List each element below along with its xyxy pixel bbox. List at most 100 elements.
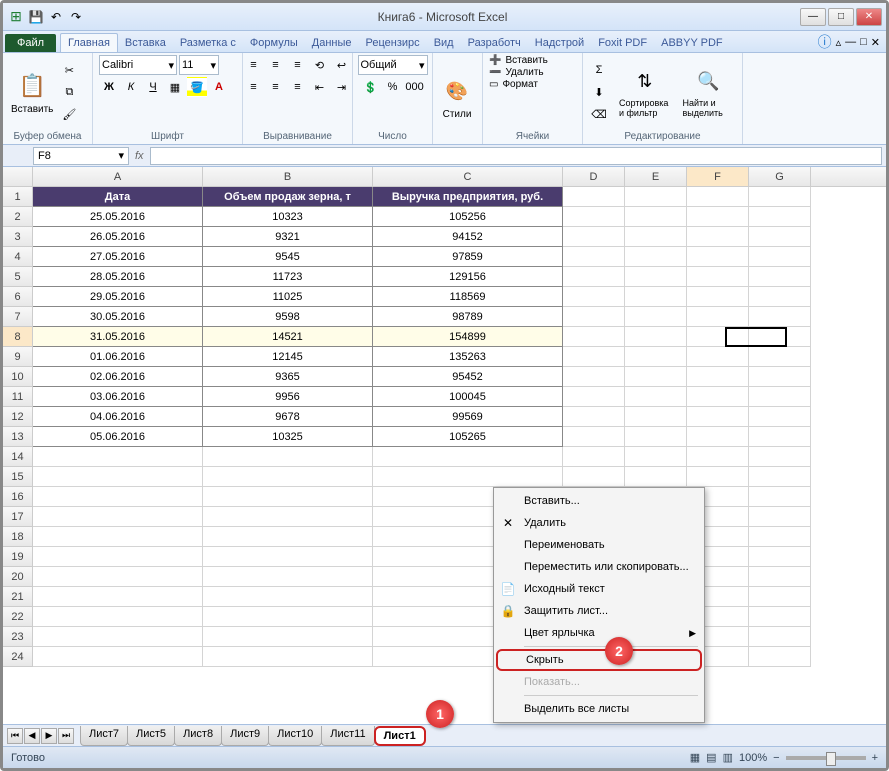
- cell[interactable]: [203, 527, 373, 547]
- cell[interactable]: [563, 387, 625, 407]
- cell[interactable]: [749, 567, 811, 587]
- cell[interactable]: [563, 267, 625, 287]
- row-header[interactable]: 6: [3, 287, 33, 307]
- cell[interactable]: [687, 307, 749, 327]
- cell[interactable]: [687, 267, 749, 287]
- cell[interactable]: 05.06.2016: [33, 427, 203, 447]
- row-header[interactable]: 23: [3, 627, 33, 647]
- cell[interactable]: [687, 447, 749, 467]
- col-header-A[interactable]: A: [33, 167, 203, 186]
- styles-button[interactable]: 🎨 Стили: [439, 73, 475, 122]
- cell[interactable]: [687, 467, 749, 487]
- cell[interactable]: 118569: [373, 287, 563, 307]
- fill-color-button[interactable]: 🪣: [187, 77, 207, 97]
- cell[interactable]: 10325: [203, 427, 373, 447]
- currency-icon[interactable]: 💲: [361, 77, 381, 97]
- align-center-icon[interactable]: ≡: [266, 77, 286, 97]
- cell[interactable]: [33, 507, 203, 527]
- row-header[interactable]: 14: [3, 447, 33, 467]
- context-menu-item[interactable]: Вставить...: [496, 490, 702, 512]
- format-painter-icon[interactable]: 🖌: [59, 104, 79, 124]
- cell[interactable]: [203, 467, 373, 487]
- row-header[interactable]: 9: [3, 347, 33, 367]
- cell[interactable]: Объем продаж зерна, т: [203, 187, 373, 207]
- tab-ABBYY PDF[interactable]: ABBYY PDF: [654, 34, 730, 52]
- row-header[interactable]: 4: [3, 247, 33, 267]
- cell[interactable]: [625, 307, 687, 327]
- cell[interactable]: [625, 447, 687, 467]
- cell[interactable]: 10323: [203, 207, 373, 227]
- tab-next-icon[interactable]: ▶: [41, 728, 57, 744]
- row-header[interactable]: 13: [3, 427, 33, 447]
- cell[interactable]: [749, 207, 811, 227]
- cell[interactable]: [625, 267, 687, 287]
- find-select-button[interactable]: 🔍 Найти и выделить: [681, 63, 737, 121]
- tab-Вставка[interactable]: Вставка: [118, 34, 173, 52]
- close-button[interactable]: ✕: [856, 8, 882, 26]
- cell[interactable]: [749, 527, 811, 547]
- cell[interactable]: [749, 387, 811, 407]
- format-cells-button[interactable]: ▭Формат: [489, 79, 538, 90]
- cell[interactable]: 11723: [203, 267, 373, 287]
- cell[interactable]: [563, 187, 625, 207]
- zoom-out-icon[interactable]: −: [773, 752, 779, 764]
- cell[interactable]: [563, 447, 625, 467]
- tab-Главная[interactable]: Главная: [60, 33, 118, 52]
- col-header-D[interactable]: D: [563, 167, 625, 186]
- delete-cells-button[interactable]: ➖Удалить: [489, 67, 544, 78]
- cell[interactable]: 105265: [373, 427, 563, 447]
- cell[interactable]: 105256: [373, 207, 563, 227]
- cell[interactable]: [563, 467, 625, 487]
- view-normal-icon[interactable]: ▦: [690, 751, 700, 764]
- fx-icon[interactable]: fx: [135, 150, 144, 162]
- select-all-corner[interactable]: [3, 167, 33, 186]
- undo-icon[interactable]: ↶: [47, 8, 65, 26]
- row-header[interactable]: 17: [3, 507, 33, 527]
- save-icon[interactable]: 💾: [27, 8, 45, 26]
- cell[interactable]: [687, 207, 749, 227]
- cell[interactable]: [625, 287, 687, 307]
- cell[interactable]: [203, 587, 373, 607]
- row-header[interactable]: 24: [3, 647, 33, 667]
- cell[interactable]: 31.05.2016: [33, 327, 203, 347]
- cell[interactable]: [687, 227, 749, 247]
- cell[interactable]: [749, 547, 811, 567]
- cell[interactable]: [563, 287, 625, 307]
- excel-icon[interactable]: ⊞: [7, 8, 25, 26]
- cell[interactable]: 9678: [203, 407, 373, 427]
- tab-Надстрой[interactable]: Надстрой: [528, 34, 591, 52]
- paste-button[interactable]: 📋 Вставить: [9, 68, 55, 117]
- cell[interactable]: [625, 347, 687, 367]
- col-header-E[interactable]: E: [625, 167, 687, 186]
- sheet-tab-Лист1[interactable]: Лист1: [374, 726, 426, 746]
- cell[interactable]: [687, 247, 749, 267]
- cell[interactable]: [749, 187, 811, 207]
- cell[interactable]: [33, 547, 203, 567]
- cell[interactable]: [749, 647, 811, 667]
- align-left-icon[interactable]: ≡: [244, 77, 264, 97]
- clear-icon[interactable]: ⌫: [589, 104, 609, 124]
- row-header[interactable]: 16: [3, 487, 33, 507]
- cell[interactable]: [687, 427, 749, 447]
- zoom-in-icon[interactable]: +: [872, 752, 878, 764]
- cell[interactable]: 27.05.2016: [33, 247, 203, 267]
- cell[interactable]: [563, 307, 625, 327]
- bold-button[interactable]: Ж: [99, 77, 119, 97]
- name-box[interactable]: F8▾: [33, 147, 129, 165]
- sheet-tab-Лист9[interactable]: Лист9: [221, 726, 269, 746]
- cell[interactable]: [203, 487, 373, 507]
- cell[interactable]: [33, 587, 203, 607]
- doc-close-icon[interactable]: ✕: [871, 36, 880, 49]
- row-header[interactable]: 18: [3, 527, 33, 547]
- cell[interactable]: 99569: [373, 407, 563, 427]
- cell[interactable]: 95452: [373, 367, 563, 387]
- maximize-button[interactable]: □: [828, 8, 854, 26]
- cell[interactable]: 28.05.2016: [33, 267, 203, 287]
- tab-Данные[interactable]: Данные: [305, 34, 359, 52]
- cell[interactable]: 94152: [373, 227, 563, 247]
- cell[interactable]: 9598: [203, 307, 373, 327]
- cell[interactable]: [625, 427, 687, 447]
- cell[interactable]: Дата: [33, 187, 203, 207]
- cell[interactable]: [625, 227, 687, 247]
- cell[interactable]: [563, 367, 625, 387]
